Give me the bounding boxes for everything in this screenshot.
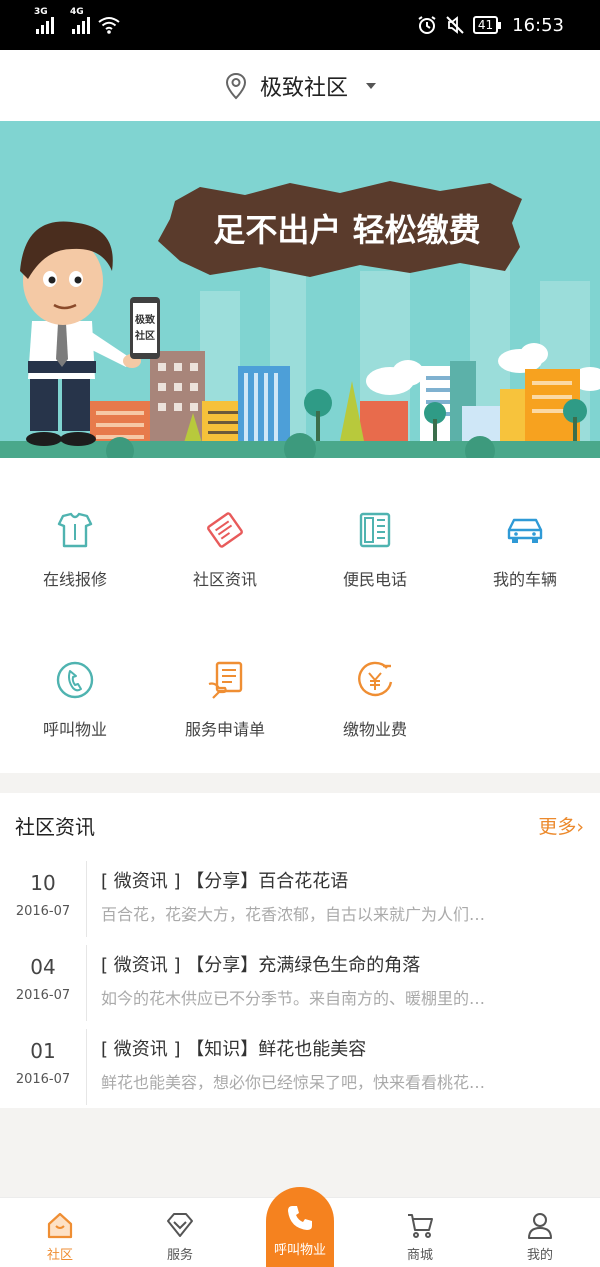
phone-screen-text-2: 社区 <box>134 329 155 342</box>
battery-level: 41 <box>477 18 494 32</box>
news-day: 10 <box>30 871 56 895</box>
feature-grid: 在线报修 社区资讯 便民电话 我的车辆 呼叫物业 服务申请单 缴物业费 <box>0 458 600 773</box>
network-type-1: 3G <box>34 7 48 17</box>
news-summary: 如今的花木供应已不分季节。来自南方的、暖棚里的… <box>101 989 486 1008</box>
news-title: 社区资讯 <box>15 814 95 839</box>
status-right: 41 16:53 <box>417 15 564 36</box>
grid-item-my-car[interactable]: 我的车辆 <box>450 508 600 590</box>
grid-item-pay-fee[interactable]: 缴物业费 <box>300 658 450 740</box>
signal-3g-icon: 3G <box>34 7 54 34</box>
cart-icon <box>408 1214 433 1238</box>
news-summary: 鲜花也能美容，想必你已经惊呆了吧，快来看看桃花… <box>101 1073 486 1092</box>
divider <box>86 861 87 937</box>
call-icon <box>56 661 94 699</box>
home-icon <box>47 1212 73 1239</box>
form-hand-icon <box>208 661 243 699</box>
grid-item-call-property[interactable]: 呼叫物业 <box>0 658 150 740</box>
more-link[interactable]: 更多› <box>538 812 584 839</box>
banner-illustration: 足不出户 轻松缴费 极致 社区 <box>0 121 600 458</box>
news-item[interactable]: 04 2016-07 [ 微资讯 ] 【分享】充满绿色生命的角落 如今的花木供应… <box>0 941 600 1025</box>
clock: 16:53 <box>512 14 564 36</box>
grid-label: 在线报修 <box>42 570 107 589</box>
tab-label: 我的 <box>526 1248 553 1263</box>
chevron-down-icon <box>366 82 376 89</box>
newspaper-icon <box>207 512 243 548</box>
tab-mall[interactable]: 商城 <box>360 1198 480 1267</box>
diamond-icon <box>167 1213 193 1237</box>
grid-label: 服务申请单 <box>184 720 265 739</box>
user-icon <box>528 1213 552 1239</box>
divider <box>86 1029 87 1105</box>
grid-label: 便民电话 <box>342 570 407 589</box>
grid-label: 我的车辆 <box>492 570 557 589</box>
tab-service[interactable]: 服务 <box>120 1198 240 1267</box>
grid-label: 缴物业费 <box>342 720 407 739</box>
news-day: 01 <box>30 1039 56 1063</box>
alarm-icon <box>418 16 436 34</box>
grid-item-repair[interactable]: 在线报修 <box>0 508 150 590</box>
phone-screen-text-1: 极致 <box>135 313 156 326</box>
tab-label: 服务 <box>166 1248 193 1263</box>
news-date: 2016-07 <box>15 1072 71 1087</box>
news-date: 2016-07 <box>15 988 71 1003</box>
community-name: 极致社区 <box>259 75 348 101</box>
location-pin-icon <box>225 72 246 99</box>
tab-mine[interactable]: 我的 <box>480 1198 600 1267</box>
mute-icon <box>446 16 464 34</box>
car-icon <box>507 518 543 543</box>
news-item[interactable]: 10 2016-07 [ 微资讯 ] 【分享】百合花花语 百合花，花姿大方，花香… <box>0 857 600 941</box>
news-headline: [ 微资讯 ] 【知识】鲜花也能美容 <box>101 1039 367 1060</box>
grid-item-service-request[interactable]: 服务申请单 <box>150 658 300 740</box>
tab-label: 商城 <box>406 1248 433 1263</box>
news-headline: [ 微资讯 ] 【分享】百合花花语 <box>101 871 349 892</box>
status-bar: 3G 4G 41 16:53 <box>0 0 600 50</box>
tab-call-property[interactable]: 呼叫物业 <box>266 1187 334 1267</box>
grid-label: 社区资讯 <box>192 570 257 589</box>
fax-phone-icon <box>359 512 391 548</box>
news-header: 社区资讯 更多› <box>0 793 600 857</box>
clothes-repair-icon <box>57 512 93 548</box>
news-headline: [ 微资讯 ] 【分享】充满绿色生命的角落 <box>101 955 421 976</box>
divider <box>86 945 87 1021</box>
yen-payment-icon <box>358 661 393 697</box>
battery-icon: 41 <box>472 16 502 34</box>
status-left: 3G 4G <box>34 7 120 34</box>
news-day: 04 <box>30 955 56 979</box>
tab-label: 呼叫物业 <box>273 1243 326 1258</box>
promo-banner[interactable]: 足不出户 轻松缴费 极致 社区 <box>0 121 600 458</box>
news-section: 社区资讯 更多› 10 2016-07 [ 微资讯 ] 【分享】百合花花语 百合… <box>0 793 600 1108</box>
phone-icon <box>288 1206 312 1230</box>
banner-slogan: 足不出户 轻松缴费 <box>213 211 480 249</box>
news-date: 2016-07 <box>15 904 71 919</box>
network-type-2: 4G <box>70 7 84 17</box>
community-selector[interactable]: 极致社区 <box>0 50 600 121</box>
grid-item-community-news[interactable]: 社区资讯 <box>150 508 300 590</box>
news-item[interactable]: 01 2016-07 [ 微资讯 ] 【知识】鲜花也能美容 鲜花也能美容，想必你… <box>0 1025 600 1109</box>
tab-label: 社区 <box>46 1248 73 1263</box>
grid-label: 呼叫物业 <box>42 720 107 739</box>
tab-community[interactable]: 社区 <box>0 1198 120 1267</box>
grid-item-phonebook[interactable]: 便民电话 <box>300 508 450 590</box>
news-summary: 百合花，花姿大方，花香浓郁，自古以来就广为人们… <box>101 905 486 924</box>
signal-4g-icon: 4G <box>70 7 90 34</box>
wifi-icon <box>98 17 120 34</box>
